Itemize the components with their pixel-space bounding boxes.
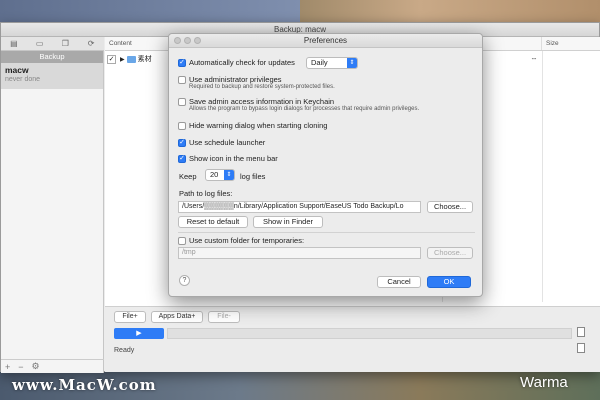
keep-label: Keep xyxy=(179,172,197,181)
show-in-finder-button[interactable]: Show in Finder xyxy=(253,216,323,228)
sidebar-footer: + − ⚙ xyxy=(1,359,104,373)
admin-label: Use administrator privileges xyxy=(189,75,282,84)
path-label: Path to log files: xyxy=(179,189,233,198)
play-button[interactable]: ▶ xyxy=(114,328,164,339)
schedule-checkbox[interactable]: ✓ xyxy=(178,139,186,147)
sidebar-header: Backup xyxy=(1,51,103,63)
chevron-updown-icon: ⇕ xyxy=(224,170,234,180)
gear-icon[interactable]: ⚙ xyxy=(32,361,40,372)
hide-warning-option[interactable]: Hide warning dialog when starting clonin… xyxy=(178,121,327,130)
row-size: -- xyxy=(531,55,537,63)
keychain-option[interactable]: Save admin access information in Keychai… xyxy=(178,97,419,112)
copy-icon[interactable]: ❐ xyxy=(53,37,79,50)
minimize-button[interactable] xyxy=(184,37,191,44)
menu-bar-option[interactable]: ✓ Show icon in the menu bar xyxy=(178,154,278,163)
sidebar-item-macw[interactable]: macw never done xyxy=(1,63,103,89)
admin-option[interactable]: Use administrator privileges Required to… xyxy=(178,75,335,90)
keychain-checkbox[interactable] xyxy=(178,98,186,106)
hide-warning-label: Hide warning dialog when starting clonin… xyxy=(189,121,328,130)
ok-button[interactable]: OK xyxy=(427,276,471,288)
divider xyxy=(178,232,475,233)
add-apps-data-button[interactable]: Apps Data+ xyxy=(151,311,203,323)
menu-bar-checkbox[interactable]: ✓ xyxy=(178,155,186,163)
keep-count-value: 20 xyxy=(210,170,219,179)
chevron-updown-icon: ⇕ xyxy=(347,58,357,68)
progress-bar xyxy=(167,328,572,339)
archive-icon[interactable]: ▭ xyxy=(27,37,53,50)
sync-icon[interactable]: ⟳ xyxy=(78,37,104,50)
reset-default-button[interactable]: Reset to default xyxy=(178,216,248,228)
add-file-button[interactable]: File+ xyxy=(114,311,146,323)
column-header-size[interactable]: Size xyxy=(542,37,600,50)
keep-count-stepper[interactable]: 20 ⇕ xyxy=(205,169,235,181)
remove-file-button[interactable]: File- xyxy=(208,311,240,323)
folder-icon xyxy=(126,55,136,63)
schedule-option[interactable]: ✓ Use schedule launcher xyxy=(178,138,265,147)
disclosure-triangle-icon[interactable]: ▶ xyxy=(120,56,125,63)
keychain-sublabel: Allows the program to bypass login dialo… xyxy=(189,106,420,112)
custom-folder-option[interactable]: Use custom folder for temporaries: xyxy=(178,236,304,245)
dialog-titlebar: Preferences xyxy=(169,34,482,48)
add-backup-button[interactable]: + xyxy=(5,362,10,372)
log-path-field[interactable]: /Users/▒▒▒▒▒▒n/Library/Application Suppo… xyxy=(178,201,421,213)
custom-folder-checkbox[interactable] xyxy=(178,237,186,245)
custom-folder-label: Use custom folder for temporaries: xyxy=(189,236,305,245)
grid-divider xyxy=(542,51,543,302)
schedule-label: Use schedule launcher xyxy=(189,138,266,147)
sidebar-icon[interactable]: ▤ xyxy=(1,37,27,50)
temp-folder-field[interactable]: /tmp xyxy=(178,247,421,259)
choose-log-path-button[interactable]: Choose... xyxy=(427,201,473,213)
row-checkbox[interactable]: ✓ xyxy=(107,54,116,64)
update-frequency-select[interactable]: Daily ⇕ xyxy=(306,57,358,69)
watermark-right: Warma xyxy=(520,374,568,391)
zoom-button[interactable] xyxy=(194,37,201,44)
bottom-panel: File+ Apps Data+ File- ▶ Ready xyxy=(105,306,600,372)
update-frequency-value: Daily xyxy=(311,58,328,67)
hide-warning-checkbox[interactable] xyxy=(178,122,186,130)
status-text: Ready xyxy=(114,347,135,354)
sidebar-item-name: macw xyxy=(5,65,29,75)
log-icon[interactable] xyxy=(577,327,585,337)
auto-check-checkbox[interactable]: ✓ xyxy=(178,59,186,67)
cancel-button[interactable]: Cancel xyxy=(377,276,421,288)
menu-bar-label: Show icon in the menu bar xyxy=(189,154,278,163)
preferences-dialog: Preferences ✓ Automatically check for up… xyxy=(168,33,483,297)
window-controls xyxy=(174,37,201,44)
choose-temp-folder-button[interactable]: Choose... xyxy=(427,247,473,259)
sidebar-item-status: never done xyxy=(5,76,41,83)
document-icon[interactable] xyxy=(577,343,585,353)
sidebar: Backup macw never done + − ⚙ xyxy=(1,51,104,373)
watermark-left: www.MacW.com xyxy=(12,376,157,394)
keychain-label: Save admin access information in Keychai… xyxy=(189,97,335,106)
admin-checkbox[interactable] xyxy=(178,76,186,84)
dialog-title: Preferences xyxy=(303,36,348,45)
close-button[interactable] xyxy=(174,37,181,44)
help-button[interactable]: ? xyxy=(179,275,190,286)
admin-sublabel: Required to backup and restore system-pr… xyxy=(189,84,335,90)
toolbar: ▤ ▭ ❐ ⟳ xyxy=(1,37,104,51)
auto-check-label: Automatically check for updates xyxy=(189,58,295,67)
remove-backup-button[interactable]: − xyxy=(18,362,23,372)
log-files-label: log files xyxy=(240,172,266,181)
auto-check-option[interactable]: ✓ Automatically check for updates xyxy=(178,58,295,67)
